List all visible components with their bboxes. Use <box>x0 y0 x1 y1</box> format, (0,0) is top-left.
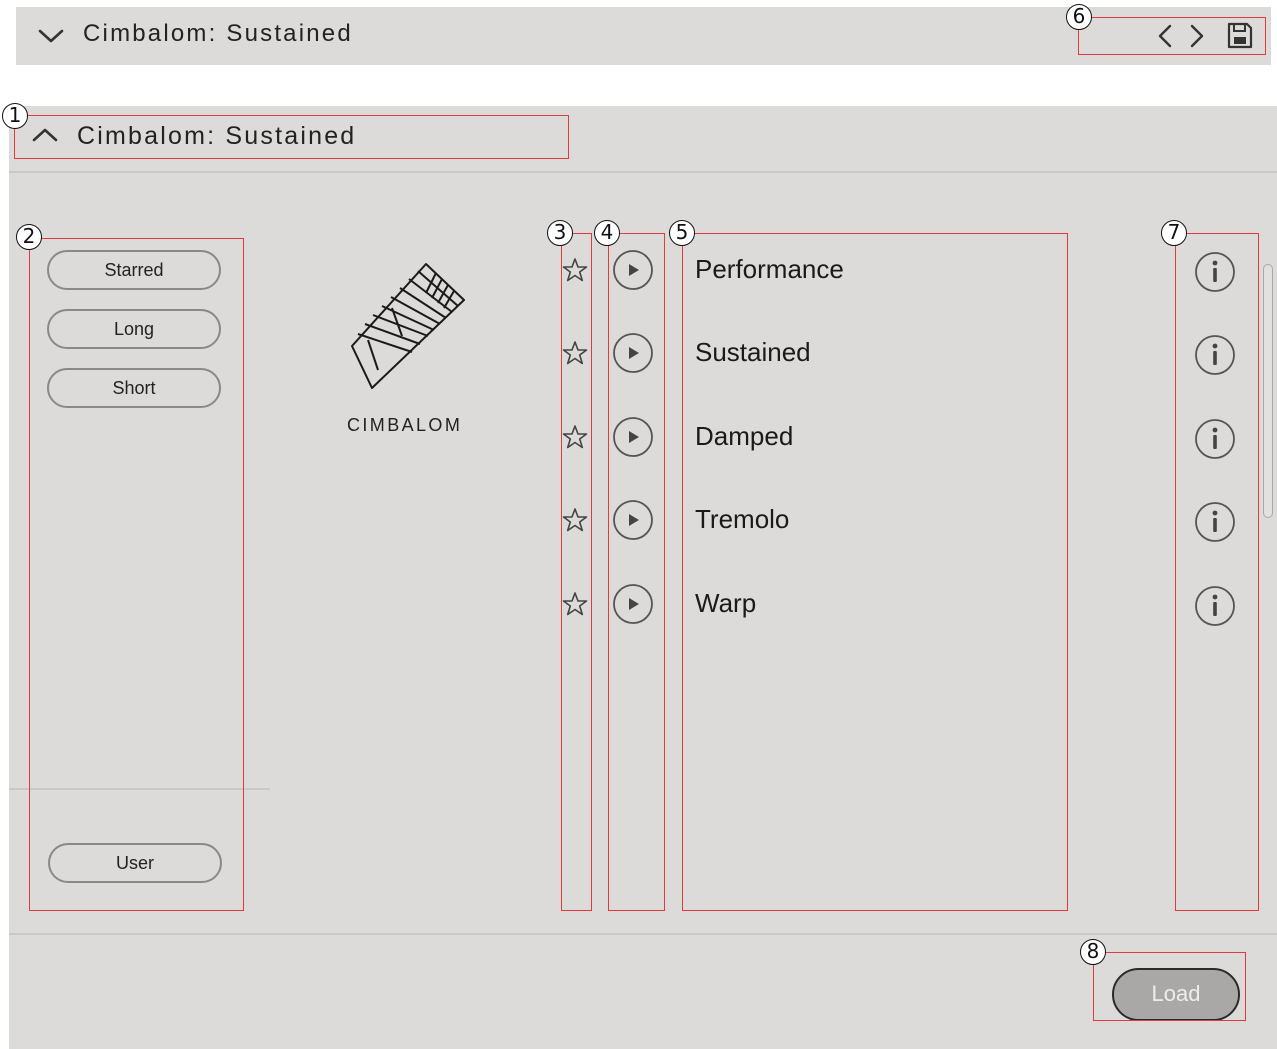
callout-2: 2 <box>16 224 42 250</box>
star-icon[interactable] <box>562 424 588 450</box>
header-divider <box>9 171 1277 173</box>
callout-box-8 <box>1093 952 1246 1021</box>
info-icon[interactable] <box>1194 585 1236 627</box>
info-icon[interactable] <box>1194 251 1236 293</box>
callout-box-6 <box>1078 17 1266 55</box>
articulation-name[interactable]: Tremolo <box>695 504 789 535</box>
play-icon[interactable] <box>612 332 654 374</box>
callout-box-2 <box>29 238 244 911</box>
callout-box-3 <box>561 233 592 911</box>
play-icon[interactable] <box>612 583 654 625</box>
callout-7: 7 <box>1161 220 1187 246</box>
callout-6: 6 <box>1066 4 1092 30</box>
callout-8: 8 <box>1080 939 1106 965</box>
info-icon[interactable] <box>1194 501 1236 543</box>
play-icon[interactable] <box>612 416 654 458</box>
list-scrollbar[interactable] <box>1263 264 1273 518</box>
instrument-label: CIMBALOM <box>347 415 463 435</box>
articulation-name[interactable]: Damped <box>695 421 793 452</box>
chevron-down-icon[interactable] <box>38 28 64 44</box>
articulation-name[interactable]: Performance <box>695 254 844 285</box>
star-icon[interactable] <box>562 591 588 617</box>
star-icon[interactable] <box>562 340 588 366</box>
star-icon[interactable] <box>562 507 588 533</box>
play-icon[interactable] <box>612 499 654 541</box>
info-icon[interactable] <box>1194 418 1236 460</box>
play-icon[interactable] <box>612 249 654 291</box>
articulation-name[interactable]: Sustained <box>695 337 811 368</box>
articulation-name[interactable]: Warp <box>695 588 756 619</box>
callout-3: 3 <box>547 220 573 246</box>
preset-title: Cimbalom: Sustained <box>83 20 353 47</box>
callout-box-1 <box>14 115 569 159</box>
info-icon[interactable] <box>1194 334 1236 376</box>
callout-4: 4 <box>594 220 620 246</box>
footer-divider <box>9 933 1277 935</box>
cimbalom-icon <box>351 263 465 389</box>
star-icon[interactable] <box>562 257 588 283</box>
callout-1: 1 <box>2 103 28 129</box>
callout-box-5 <box>682 233 1068 911</box>
callout-5: 5 <box>669 220 695 246</box>
